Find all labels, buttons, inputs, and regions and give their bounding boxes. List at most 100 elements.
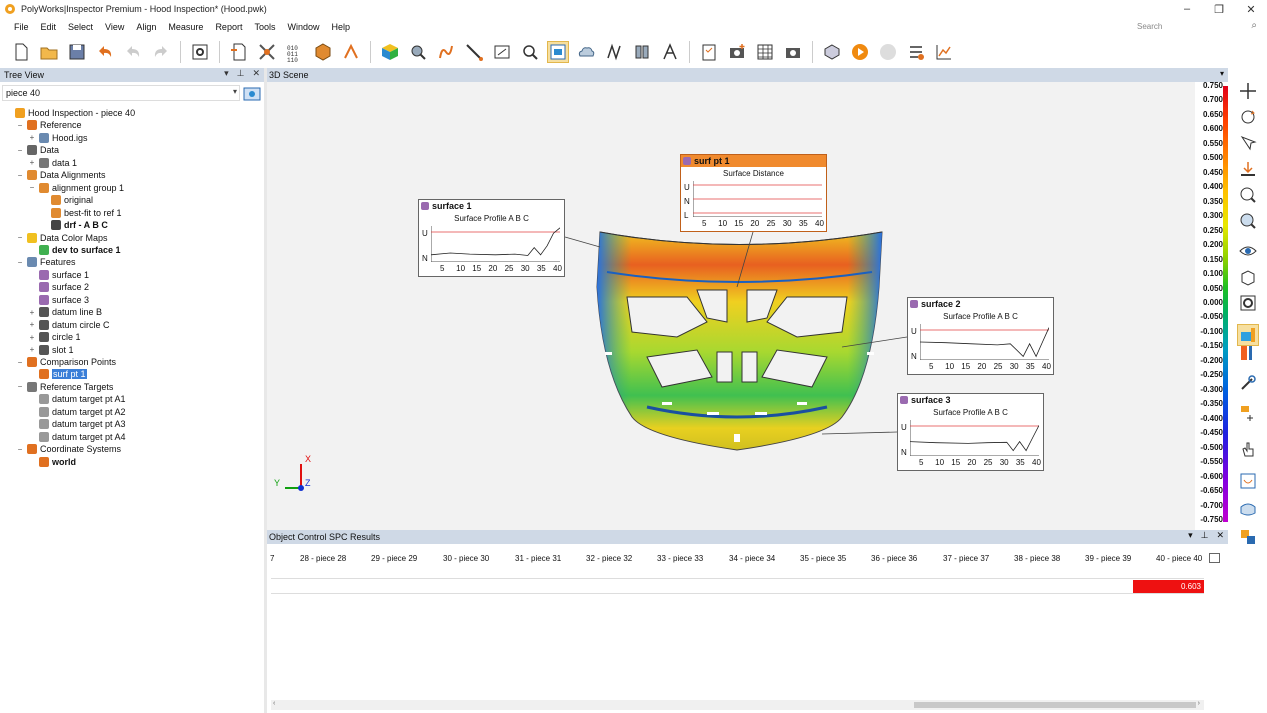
binary-data-icon[interactable]: 010 011 110 xyxy=(284,41,306,63)
callout-surface-3[interactable]: surface 3 Surface Profile A B C U N 5 10 15 20 2… xyxy=(897,393,1044,471)
search-input[interactable]: Search ⌕ xyxy=(1133,19,1259,34)
measure-line-icon[interactable] xyxy=(463,41,485,63)
tree-item[interactable]: surf pt 1 xyxy=(28,368,87,380)
scrollbar-thumb[interactable] xyxy=(914,702,1196,708)
menu-tools[interactable]: Tools xyxy=(248,22,281,32)
tree-item[interactable]: original xyxy=(40,194,93,206)
new-project-icon[interactable] xyxy=(10,41,32,63)
collapse-icon[interactable]: − xyxy=(16,233,24,242)
spc-column-header[interactable]: 32 - piece 32 xyxy=(586,554,632,563)
flush-gap-icon[interactable] xyxy=(631,41,653,63)
surface-view-icon[interactable] xyxy=(1237,498,1259,520)
restore-button[interactable]: ❐ xyxy=(1203,0,1235,18)
expand-icon[interactable]: + xyxy=(28,133,36,142)
tree-item[interactable]: − Comparison Points xyxy=(16,356,116,368)
collapse-icon[interactable]: − xyxy=(16,445,24,454)
horizontal-scrollbar[interactable]: ‹ › xyxy=(271,700,1204,710)
table-icon[interactable] xyxy=(754,41,776,63)
spc-column-header[interactable]: 36 - piece 36 xyxy=(871,554,917,563)
expand-icon[interactable]: + xyxy=(28,345,36,354)
table-grid-icon[interactable] xyxy=(1209,553,1220,563)
select-arrow-icon[interactable] xyxy=(1237,132,1259,154)
panel-menu-icon[interactable]: ▾ xyxy=(224,68,229,79)
annotation-move-icon[interactable] xyxy=(1237,402,1259,424)
collapse-icon[interactable]: − xyxy=(16,171,24,180)
zoom-in-icon[interactable] xyxy=(1237,184,1259,206)
panel-close-icon[interactable]: ✕ xyxy=(1216,530,1224,541)
tree-item[interactable]: + circle 1 xyxy=(28,331,81,343)
spc-column-header[interactable]: 28 - piece 28 xyxy=(300,554,346,563)
macro-icon[interactable] xyxy=(821,41,843,63)
save-icon[interactable] xyxy=(66,41,88,63)
zoom-annotation-icon[interactable] xyxy=(519,41,541,63)
tree-item[interactable]: surface 3 xyxy=(28,294,89,306)
menu-help[interactable]: Help xyxy=(325,22,356,32)
pin-icon[interactable]: ⊥ xyxy=(237,68,245,79)
tree-item[interactable]: + datum line B xyxy=(28,306,102,318)
redo-icon[interactable] xyxy=(150,41,172,63)
visibility-eye-icon[interactable] xyxy=(1237,240,1259,262)
sequence-icon[interactable] xyxy=(905,41,927,63)
chevron-down-icon[interactable]: ▾ xyxy=(233,87,237,96)
callout-view-icon[interactable] xyxy=(547,41,569,63)
tree-item[interactable]: + Hood.igs xyxy=(28,132,88,144)
stop-icon[interactable] xyxy=(877,41,899,63)
gauge-icon[interactable] xyxy=(491,41,513,63)
view-settings-icon[interactable] xyxy=(1237,292,1259,314)
tree-item[interactable]: − Data Alignments xyxy=(16,169,106,181)
tree-item[interactable]: datum target pt A1 xyxy=(28,393,126,405)
tree-item[interactable]: world xyxy=(28,456,76,468)
spc-column-header[interactable]: 30 - piece 30 xyxy=(443,554,489,563)
scroll-left-icon[interactable]: ‹ xyxy=(273,700,275,707)
scroll-right-icon[interactable]: › xyxy=(1198,700,1200,707)
tools-icon[interactable] xyxy=(1237,372,1259,394)
menu-view[interactable]: View xyxy=(99,22,130,32)
snapshot-add-icon[interactable] xyxy=(726,41,748,63)
menu-edit[interactable]: Edit xyxy=(35,22,63,32)
pan-icon[interactable] xyxy=(1237,80,1259,102)
tree-item[interactable]: datum target pt A4 xyxy=(28,431,126,443)
spc-column-header[interactable]: 7 xyxy=(270,554,274,563)
tree-item[interactable]: datum target pt A2 xyxy=(28,406,126,418)
hood-model[interactable] xyxy=(267,82,1195,530)
tree-item[interactable]: Hood Inspection - piece 40 xyxy=(4,107,135,119)
menu-report[interactable]: Report xyxy=(209,22,248,32)
menu-select[interactable]: Select xyxy=(62,22,99,32)
undo-history-icon[interactable] xyxy=(122,41,144,63)
mesh-icon[interactable] xyxy=(312,41,334,63)
collapse-icon[interactable]: − xyxy=(16,358,24,367)
expand-icon[interactable]: + xyxy=(28,320,36,329)
callout-surface-2[interactable]: surface 2 Surface Profile A B C U N 5 10 15 20 2… xyxy=(907,297,1054,375)
play-icon[interactable] xyxy=(849,41,871,63)
spc-cell-value[interactable]: 0.603 xyxy=(1133,580,1204,593)
collapse-icon[interactable]: − xyxy=(16,121,24,130)
probe-icon[interactable] xyxy=(256,41,278,63)
cloud-icon[interactable] xyxy=(575,41,597,63)
panel-menu-icon[interactable]: ▾ xyxy=(1188,530,1193,541)
menu-file[interactable]: File xyxy=(8,22,35,32)
tree-item[interactable]: − Coordinate Systems xyxy=(16,443,121,455)
report-checklist-icon[interactable] xyxy=(698,41,720,63)
tree-item[interactable]: surface 2 xyxy=(28,281,89,293)
spc-column-header[interactable]: 35 - piece 35 xyxy=(800,554,846,563)
color-map-icon[interactable] xyxy=(379,41,401,63)
tree-item[interactable]: − Reference xyxy=(16,119,82,131)
close-button[interactable]: ✕ xyxy=(1235,0,1267,18)
hand-pointer-icon[interactable] xyxy=(1237,438,1259,460)
tree-item[interactable]: surface 1 xyxy=(28,269,89,281)
section-icon[interactable] xyxy=(603,41,625,63)
undo-icon[interactable] xyxy=(94,41,116,63)
chevron-down-icon[interactable]: ▾ xyxy=(1220,69,1224,78)
tree-item[interactable]: dev to surface 1 xyxy=(28,244,121,256)
camera-icon[interactable] xyxy=(782,41,804,63)
color-scale-options-icon[interactable] xyxy=(1237,342,1259,364)
collapse-icon[interactable]: − xyxy=(16,146,24,155)
spc-column-header[interactable]: 40 - piece 40 xyxy=(1156,554,1202,563)
report-view-icon[interactable] xyxy=(1237,470,1259,492)
callout-surf-pt-1[interactable]: surf pt 1 Surface Distance U N L 5 10 15 20 25 30 3… xyxy=(680,154,827,232)
spc-column-header[interactable]: 29 - piece 29 xyxy=(371,554,417,563)
minimize-button[interactable]: – xyxy=(1171,0,1203,18)
expand-icon[interactable]: + xyxy=(28,333,36,342)
object-filter-icon[interactable] xyxy=(243,85,261,102)
tree-item[interactable]: − Reference Targets xyxy=(16,381,113,393)
